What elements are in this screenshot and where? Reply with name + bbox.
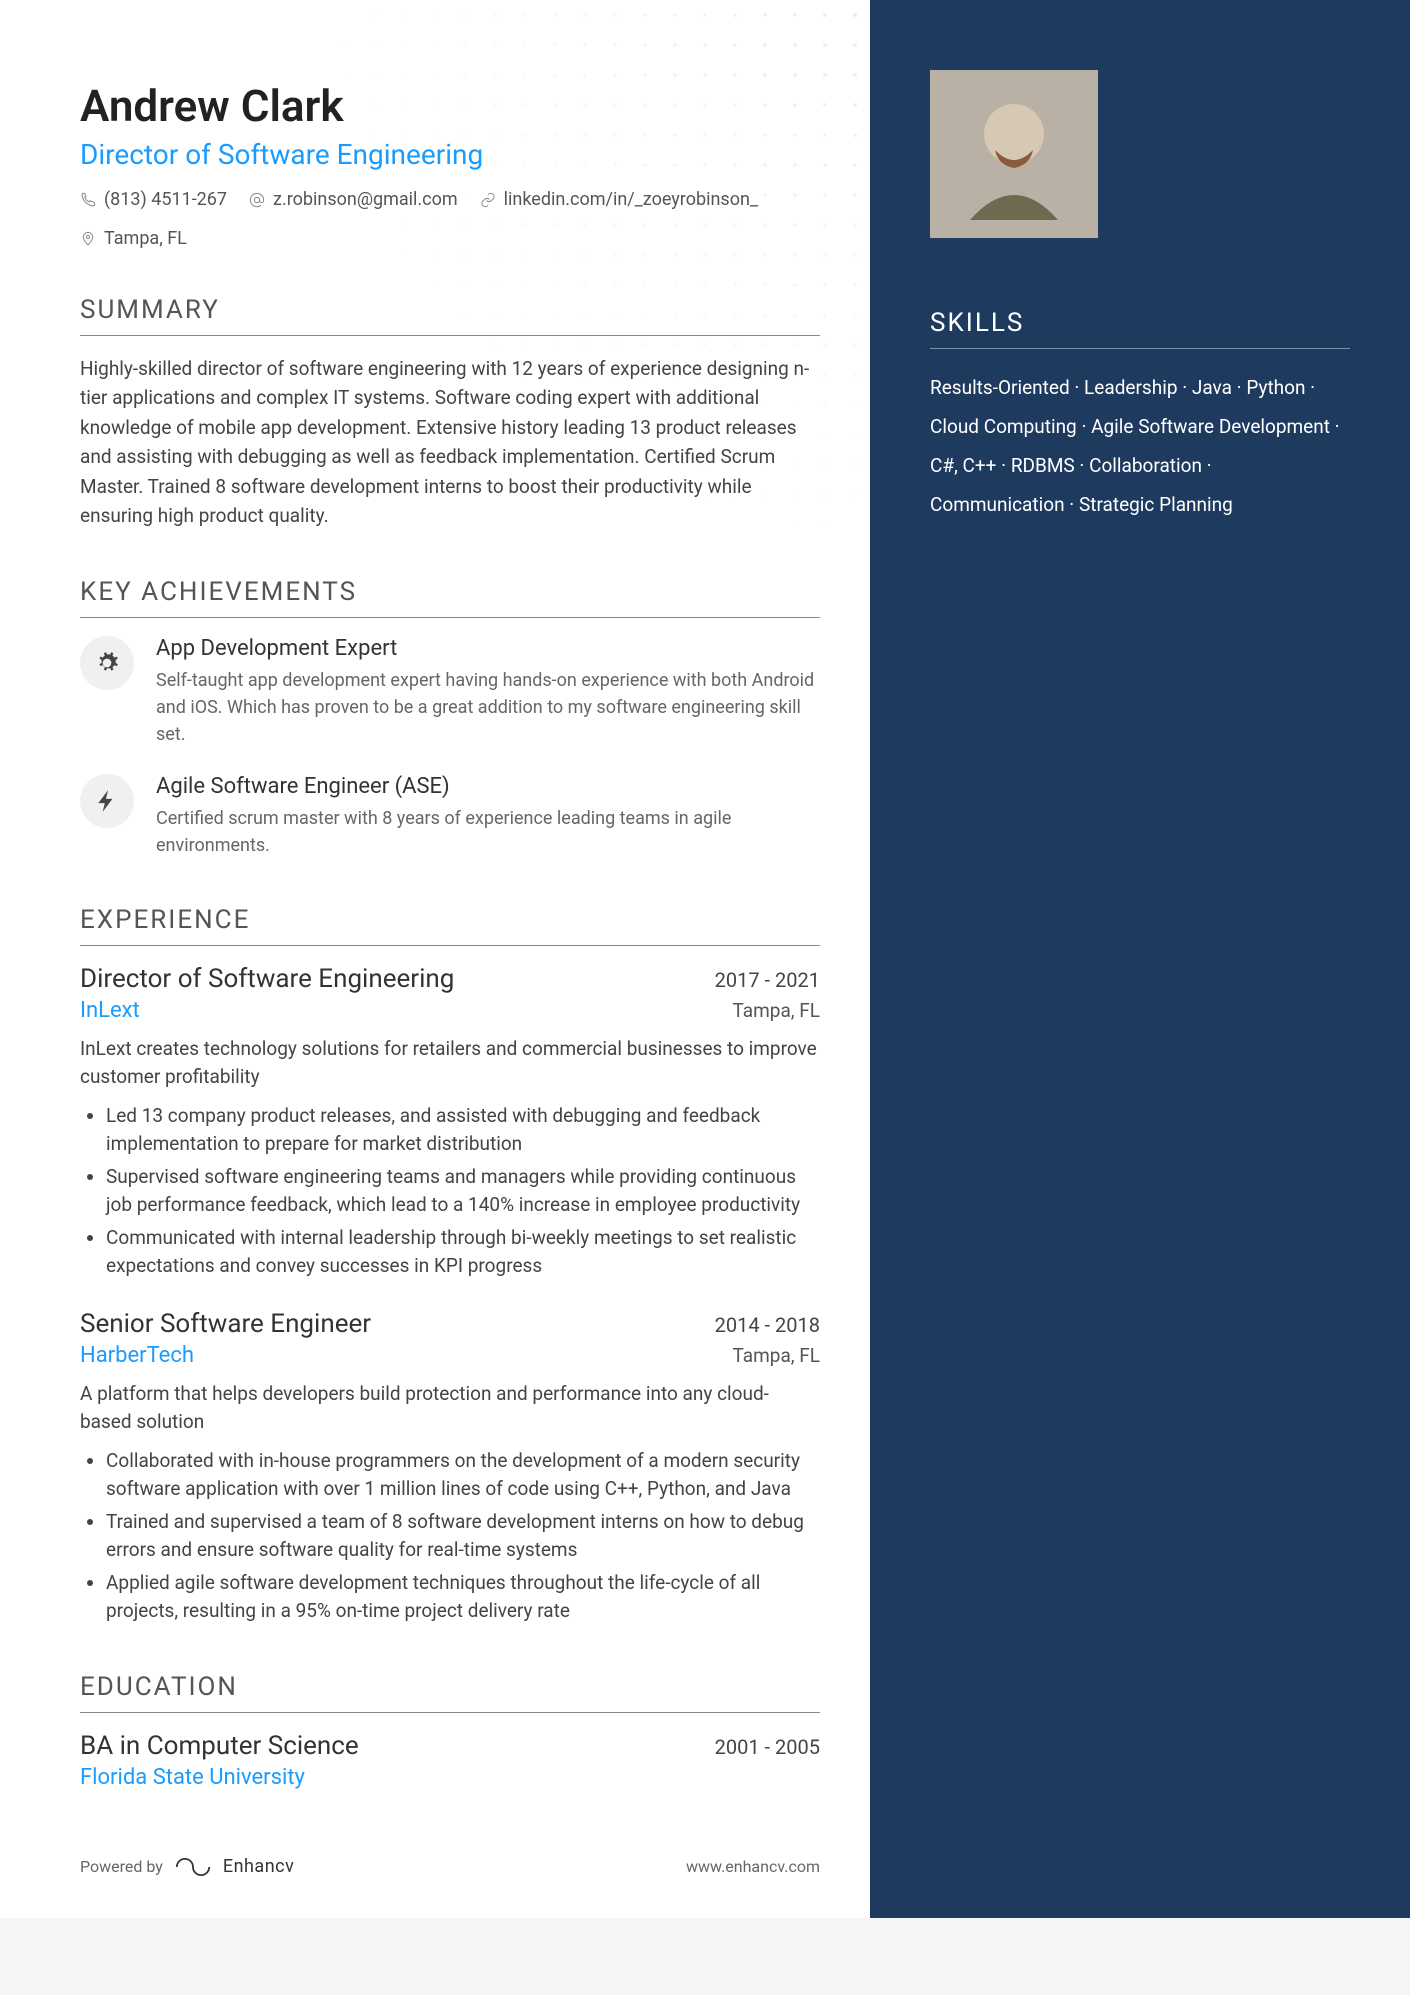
sidebar-column: SKILLS Results-Oriented · Leadership · J… — [870, 0, 1410, 1918]
education-block: BA in Computer Science 2001 - 2005 Flori… — [80, 1731, 820, 1790]
experience-bullet: Applied agile software development techn… — [106, 1569, 820, 1626]
gears-icon — [80, 636, 134, 690]
experience-role: Senior Software Engineer — [80, 1309, 371, 1339]
pin-icon — [80, 231, 96, 247]
experience-section: EXPERIENCE Director of Software Engineer… — [80, 905, 820, 1626]
school-name: Florida State University — [80, 1765, 305, 1790]
achievement-body: App Development Expert Self-taught app de… — [156, 636, 820, 748]
achievements-heading: KEY ACHIEVEMENTS — [80, 577, 820, 618]
experience-company: InLext — [80, 998, 140, 1023]
summary-heading: SUMMARY — [80, 295, 820, 336]
experience-bullet: Supervised software engineering teams an… — [106, 1163, 820, 1220]
experience-location: Tampa, FL — [733, 1344, 820, 1367]
avatar-placeholder-icon — [930, 70, 1098, 238]
header-block: Andrew Clark Director of Software Engine… — [80, 80, 820, 249]
brand-name: Enhancv — [223, 1856, 294, 1877]
email-item: z.robinson@gmail.com — [249, 189, 458, 210]
experience-heading: EXPERIENCE — [80, 905, 820, 946]
achievement-row: Agile Software Engineer (ASE) Certified s… — [80, 774, 820, 859]
footer: Powered by Enhancv www.enhancv.com — [80, 1856, 820, 1878]
main-column: Andrew Clark Director of Software Engine… — [0, 0, 870, 1918]
enhancv-logo-icon — [175, 1856, 211, 1878]
achievement-title: App Development Expert — [156, 636, 820, 661]
experience-location: Tampa, FL — [733, 999, 820, 1022]
linkedin-text: linkedin.com/in/_zoeyrobinson_ — [504, 189, 758, 210]
achievement-desc: Self-taught app development expert havin… — [156, 667, 820, 748]
experience-dates: 2014 - 2018 — [715, 1313, 820, 1337]
summary-text: Highly-skilled director of software engi… — [80, 354, 820, 531]
experience-bullet: Communicated with internal leadership th… — [106, 1224, 820, 1281]
experience-list: Director of Software Engineering 2017 - 2… — [80, 964, 820, 1626]
summary-section: SUMMARY Highly-skilled director of softw… — [80, 295, 820, 531]
education-heading: EDUCATION — [80, 1672, 820, 1713]
experience-bullet: Collaborated with in-house programmers o… — [106, 1447, 820, 1504]
experience-role: Director of Software Engineering — [80, 964, 454, 994]
avatar — [930, 70, 1098, 238]
location-item: Tampa, FL — [80, 228, 187, 249]
achievements-list: App Development Expert Self-taught app de… — [80, 636, 820, 859]
experience-bullets: Collaborated with in-house programmers o… — [80, 1447, 820, 1626]
achievement-desc: Certified scrum master with 8 years of e… — [156, 805, 820, 859]
experience-dates: 2017 - 2021 — [715, 968, 820, 992]
bolt-icon — [80, 774, 134, 828]
experience-block: Senior Software Engineer 2014 - 2018 Harbe… — [80, 1309, 820, 1626]
footer-brand: Powered by Enhancv — [80, 1856, 294, 1878]
linkedin-item: linkedin.com/in/_zoeyrobinson_ — [480, 189, 758, 210]
powered-by-text: Powered by — [80, 1857, 163, 1876]
achievement-body: Agile Software Engineer (ASE) Certified s… — [156, 774, 820, 859]
experience-desc: InLext creates technology solutions for … — [80, 1035, 820, 1092]
email-text: z.robinson@gmail.com — [273, 189, 458, 210]
phone-text: (813) 4511-267 — [104, 189, 227, 210]
experience-bullet: Led 13 company product releases, and ass… — [106, 1102, 820, 1159]
person-name: Andrew Clark — [80, 80, 820, 132]
at-icon — [249, 192, 265, 208]
degree-dates: 2001 - 2005 — [715, 1735, 820, 1759]
experience-bullet: Trained and supervised a team of 8 softw… — [106, 1508, 820, 1565]
contact-row: (813) 4511-267 z.robinson@gmail.com link… — [80, 189, 820, 249]
resume-page: Andrew Clark Director of Software Engine… — [0, 0, 1410, 1918]
job-title: Director of Software Engineering — [80, 138, 820, 171]
degree-name: BA in Computer Science — [80, 1731, 359, 1761]
experience-block: Director of Software Engineering 2017 - 2… — [80, 964, 820, 1281]
location-text: Tampa, FL — [104, 228, 187, 249]
phone-item: (813) 4511-267 — [80, 189, 227, 210]
experience-desc: A platform that helps developers build p… — [80, 1380, 820, 1437]
experience-bullets: Led 13 company product releases, and ass… — [80, 1102, 820, 1281]
achievement-title: Agile Software Engineer (ASE) — [156, 774, 820, 799]
skills-list: Results-Oriented · Leadership · Java · P… — [930, 369, 1350, 525]
link-icon — [480, 192, 496, 208]
education-section: EDUCATION BA in Computer Science 2001 - … — [80, 1672, 820, 1790]
achievements-section: KEY ACHIEVEMENTS App Development Expert S… — [80, 577, 820, 859]
achievement-row: App Development Expert Self-taught app de… — [80, 636, 820, 748]
experience-company: HarberTech — [80, 1343, 194, 1368]
phone-icon — [80, 192, 96, 208]
footer-url: www.enhancv.com — [686, 1857, 820, 1876]
skills-heading: SKILLS — [930, 308, 1350, 349]
